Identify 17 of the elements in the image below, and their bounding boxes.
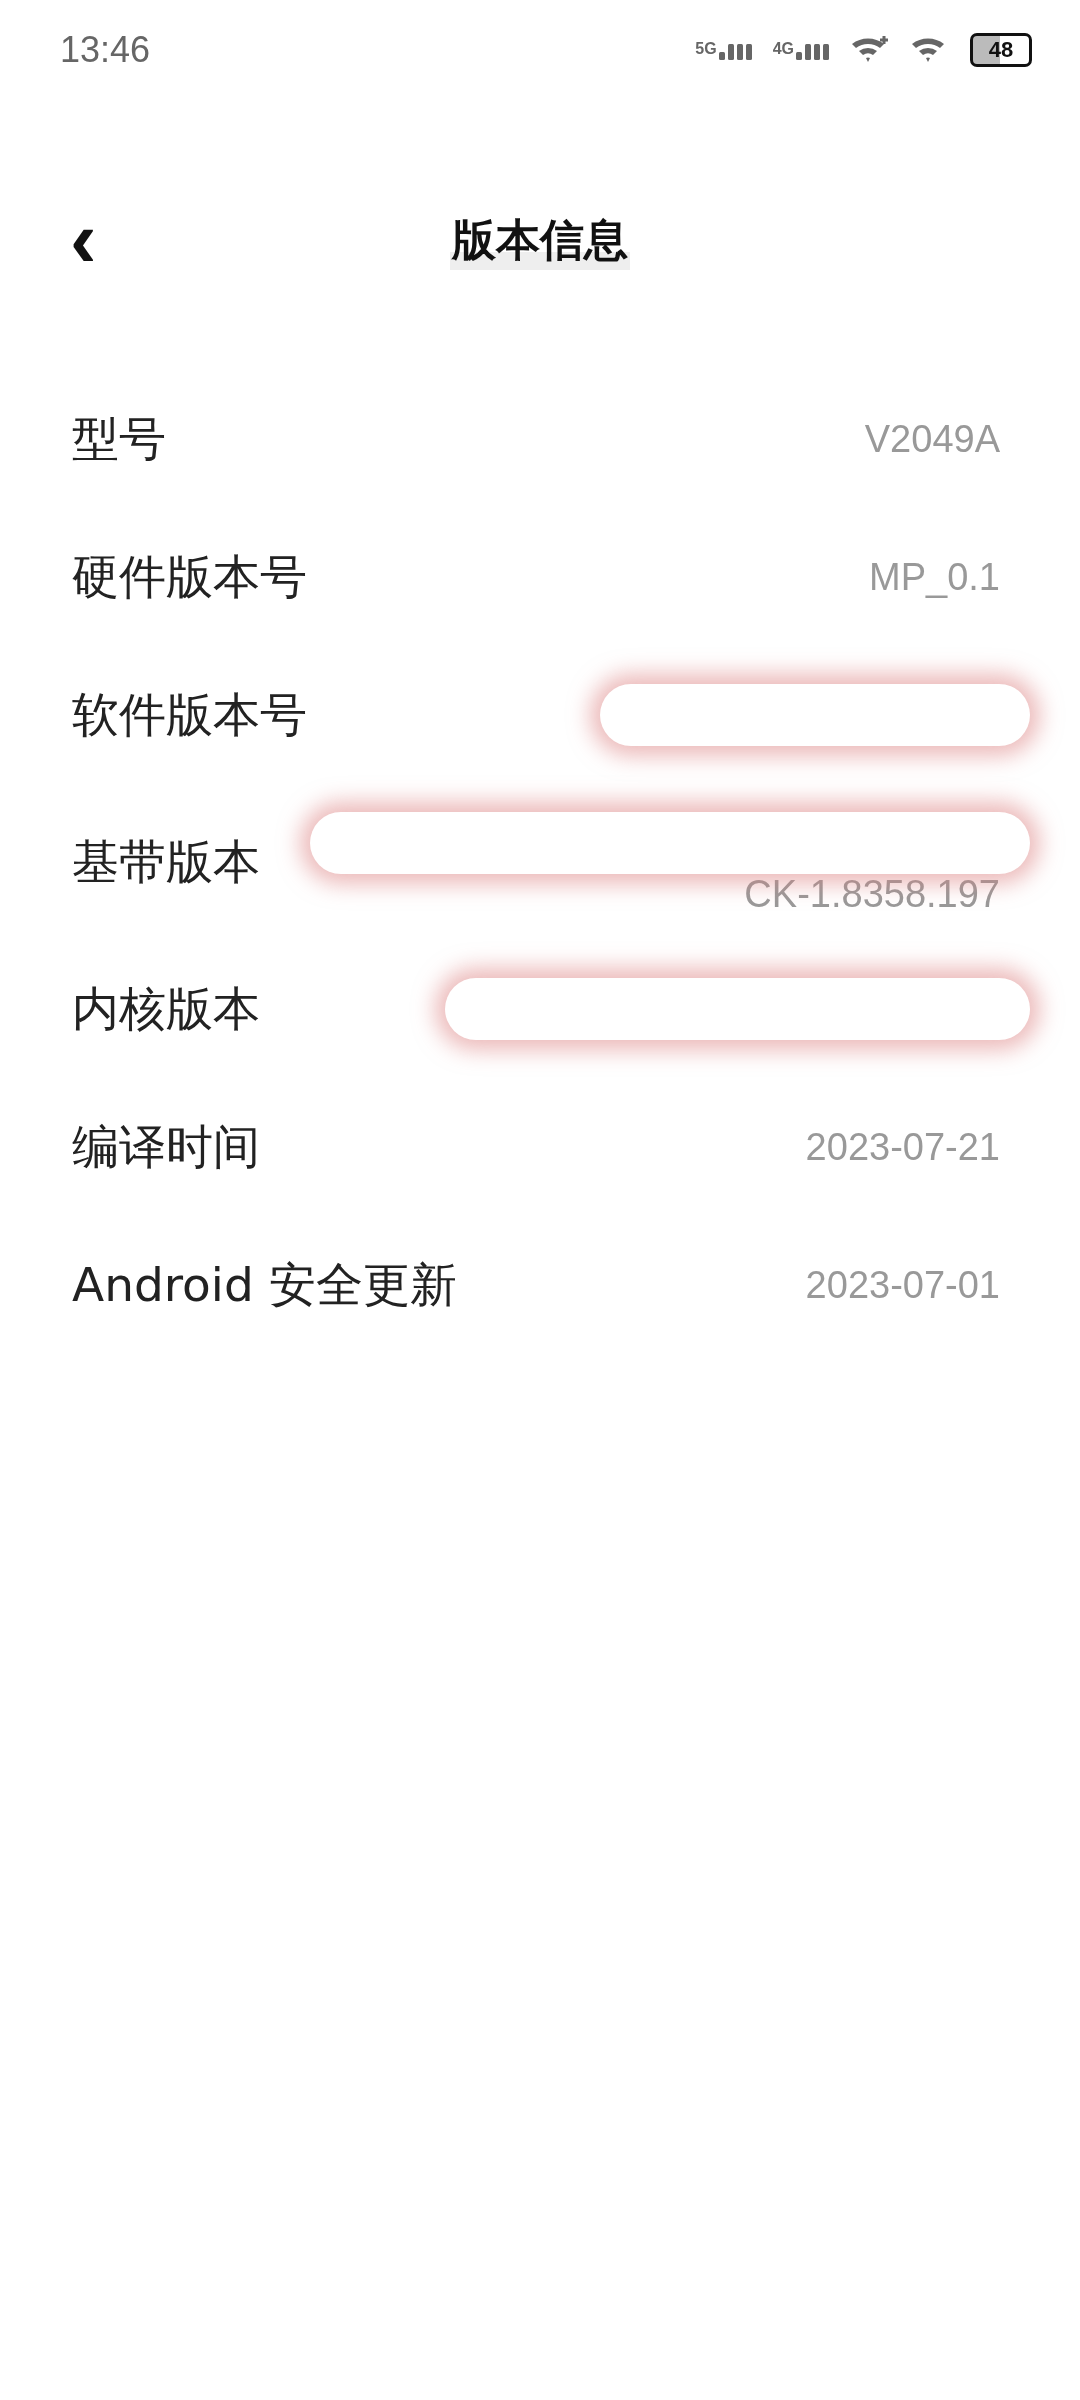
- info-value: CK-1.8358.197: [744, 873, 1000, 916]
- network-label: 5G: [695, 40, 717, 58]
- info-value: 2023-07-01: [805, 1263, 1000, 1307]
- back-button[interactable]: ‹: [60, 200, 107, 280]
- info-label: 软件版本号: [72, 685, 307, 744]
- network-label: 4G: [772, 40, 794, 58]
- info-value: V2049A: [864, 417, 1000, 461]
- info-label: 内核版本: [72, 979, 260, 1038]
- info-label: 基带版本: [72, 832, 260, 891]
- info-label: 硬件版本号: [72, 547, 307, 606]
- battery-indicator: 48: [970, 33, 1032, 67]
- info-value: MP_0.1: [869, 555, 1000, 599]
- status-time: 13:46: [60, 29, 151, 71]
- info-label: 型号: [72, 409, 166, 468]
- info-value: 2023-07-21: [805, 1125, 1000, 1169]
- info-label: Android 安全更新: [72, 1255, 457, 1314]
- info-label: 编译时间: [72, 1117, 260, 1176]
